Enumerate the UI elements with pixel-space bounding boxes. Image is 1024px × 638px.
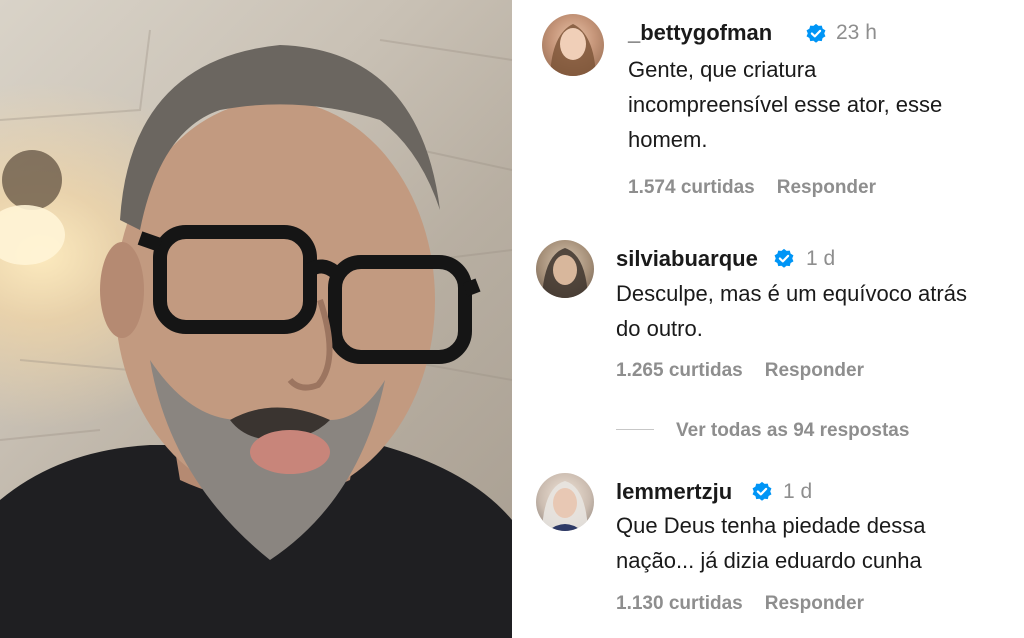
reply-button[interactable]: Responder (765, 593, 864, 614)
comment-username[interactable]: _bettygofman (628, 20, 772, 46)
avatar-image (542, 248, 588, 298)
verified-badge-icon (806, 23, 826, 43)
replies-divider (616, 429, 654, 430)
comment-time: 1 d (783, 480, 813, 503)
avatar-image (542, 481, 588, 531)
comment-text-line: Gente, que criatura (628, 57, 817, 82)
comment-text-line: incompreensível esse ator, esse (628, 92, 943, 117)
avatar-image (550, 24, 596, 76)
view-replies-button[interactable]: Ver todas as 94 respostas (676, 420, 909, 442)
comments-panel: _bettygofman 23 h Gente, que criatura in… (512, 0, 1024, 638)
comment-text: Gente, que criatura incompreensível esse… (628, 52, 1008, 157)
comment-text: Desculpe, mas é um equívoco atrás do out… (616, 276, 1016, 346)
comment-time: 23 h (836, 21, 877, 44)
reply-button[interactable]: Responder (777, 177, 876, 198)
comment-time: 1 d (806, 247, 836, 270)
verified-badge-icon (752, 481, 772, 501)
verified-badge-icon (774, 248, 794, 268)
likes-count[interactable]: 1.574 curtidas (628, 177, 755, 198)
comment-actions: 1.265 curtidas Responder (616, 360, 886, 382)
comment-text-line: nação... já dizia eduardo cunha (616, 548, 922, 573)
comment-text-line: homem. (628, 127, 708, 152)
comment-text-line: Desculpe, mas é um equívoco atrás (616, 281, 967, 306)
comment-text-line: Que Deus tenha piedade dessa (616, 513, 926, 538)
reply-button[interactable]: Responder (765, 360, 864, 381)
avatar[interactable] (536, 473, 594, 531)
video-frame (0, 0, 512, 638)
comment-username[interactable]: lemmertzju (616, 479, 732, 505)
avatar[interactable] (536, 240, 594, 298)
comment-actions: 1.574 curtidas Responder (628, 177, 898, 199)
comment-username[interactable]: silviabuarque (616, 246, 758, 272)
comment-actions: 1.130 curtidas Responder (616, 593, 886, 615)
avatar[interactable] (542, 14, 604, 76)
likes-count[interactable]: 1.265 curtidas (616, 360, 743, 381)
likes-count[interactable]: 1.130 curtidas (616, 593, 743, 614)
comment-text-line: do outro. (616, 316, 703, 341)
person-portrait (0, 29, 512, 638)
comment-text: Que Deus tenha piedade dessa nação... já… (616, 508, 1016, 578)
